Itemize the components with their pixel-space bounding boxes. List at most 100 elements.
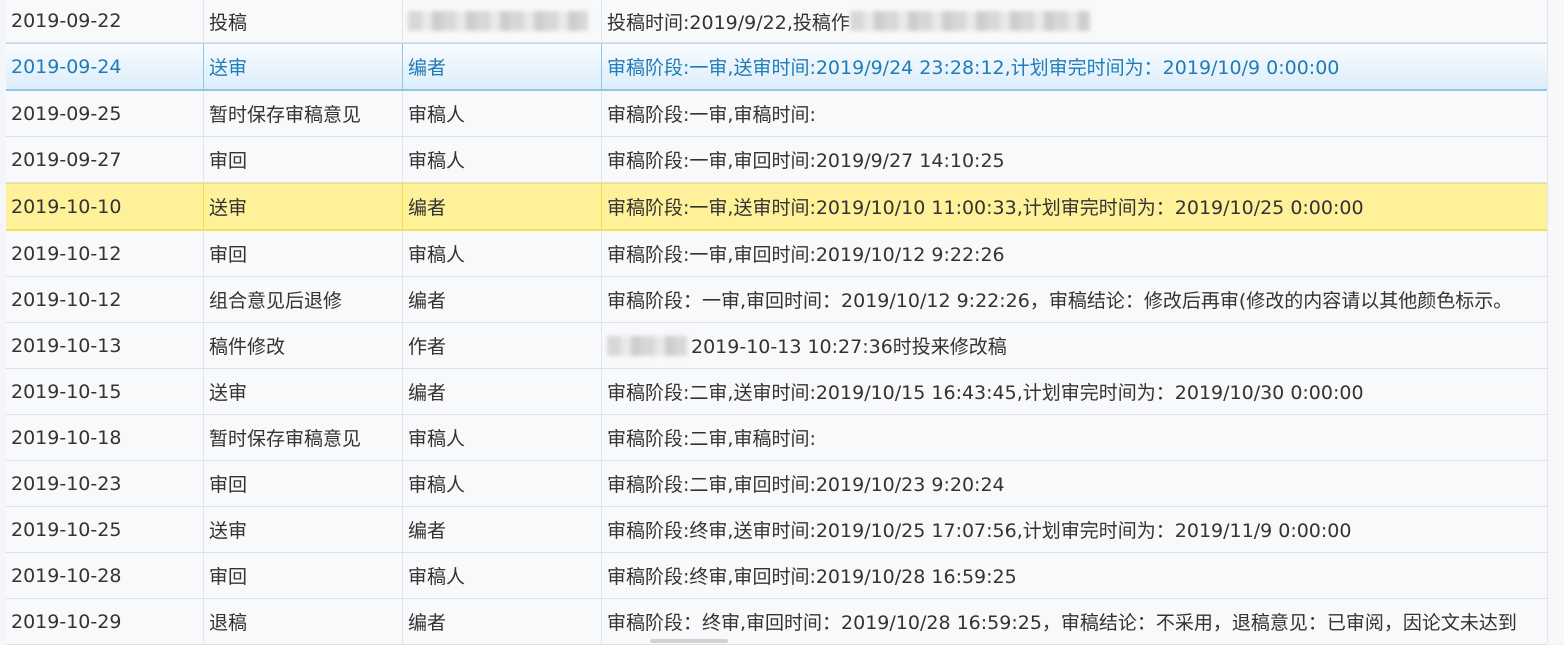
action-text: 稿件修改	[209, 336, 286, 358]
table-row[interactable]: 2019-10-29 退稿 编者 审稿阶段：终审,审回时间：2019/10/28 16…	[6, 599, 1547, 645]
action-text: 送审	[209, 57, 248, 79]
role-cell: 作者	[403, 323, 602, 368]
date-text: 2019-10-29	[11, 610, 122, 633]
action-cell: 送审	[204, 369, 403, 414]
vertical-scrollbar[interactable]	[1547, 0, 1564, 643]
role-cell: 编者	[403, 507, 602, 552]
date-text: 2019-09-25	[11, 102, 122, 125]
role-text: 审稿人	[408, 428, 466, 450]
table-row[interactable]: 2019-10-12 组合意见后退修 编者 审稿阶段：一审,审回时间：2019/10/…	[6, 277, 1547, 323]
action-cell: 送审	[204, 184, 403, 229]
action-cell: 暂时保存审稿意见	[204, 415, 403, 460]
date-cell: 2019-10-12	[6, 277, 204, 322]
date-cell: 2019-10-28	[6, 553, 204, 598]
action-text: 送审	[209, 382, 248, 404]
horizontal-scrollbar-thumb[interactable]	[650, 639, 728, 643]
table-row[interactable]: 2019-10-12 审回 审稿人 审稿阶段:一审,审回时间:2019/10/12 9…	[6, 231, 1547, 277]
role-text: 编者	[408, 612, 447, 634]
date-text: 2019-10-15	[11, 380, 122, 403]
detail-text: 审稿阶段:终审,送审时间:2019/10/25 17:07:56,计划审完时间为…	[607, 520, 1352, 542]
role-cell: 审稿人	[403, 137, 602, 182]
detail-cell: 审稿阶段：一审,审回时间：2019/10/12 9:22:26，审稿结论：修改后…	[602, 277, 1547, 322]
action-cell: 投稿	[204, 0, 403, 42]
role-cell: 审稿人	[403, 461, 602, 506]
action-cell: 送审	[204, 44, 403, 89]
table-row[interactable]: 2019-10-23 审回 审稿人 审稿阶段:二审,审回时间:2019/10/23 9…	[6, 461, 1547, 507]
table-row[interactable]: 2019-09-24 送审 编者 审稿阶段:一审,送审时间:2019/9/24 23:…	[6, 43, 1547, 91]
action-cell: 审回	[204, 461, 403, 506]
table-row[interactable]: 2019-09-22 投稿 投稿时间:2019/9/22,投稿作	[6, 0, 1547, 43]
role-cell: 编者	[403, 277, 602, 322]
role-cell: 审稿人	[403, 553, 602, 598]
date-cell: 2019-10-13	[6, 323, 204, 368]
detail-cell: 审稿阶段:二审,审回时间:2019/10/23 9:20:24	[602, 461, 1547, 506]
action-text: 送审	[209, 197, 248, 219]
detail-text: 审稿阶段：一审,审回时间：2019/10/12 9:22:26，审稿结论：修改后…	[607, 290, 1513, 312]
role-cell: 审稿人	[403, 415, 602, 460]
date-cell: 2019-09-25	[6, 91, 204, 136]
role-cell: 编者	[403, 599, 602, 644]
redacted-block	[408, 11, 588, 31]
date-cell: 2019-09-27	[6, 137, 204, 182]
role-text: 审稿人	[408, 150, 466, 172]
action-text: 组合意见后退修	[209, 290, 343, 312]
action-text: 退稿	[209, 612, 248, 634]
detail-cell: 投稿时间:2019/9/22,投稿作	[602, 0, 1547, 42]
date-cell: 2019-10-15	[6, 369, 204, 414]
action-text: 暂时保存审稿意见	[209, 104, 362, 126]
redacted-block	[849, 11, 1090, 31]
action-cell: 送审	[204, 507, 403, 552]
role-text: 审稿人	[408, 104, 466, 126]
detail-cell: 2019-10-13 10:27:36时投来修改稿	[602, 323, 1547, 368]
role-cell: 审稿人	[403, 91, 602, 136]
role-text: 审稿人	[408, 474, 466, 496]
detail-cell: 审稿阶段:一审,审回时间:2019/9/27 14:10:25	[602, 137, 1547, 182]
date-text: 2019-10-12	[11, 288, 122, 311]
detail-cell: 审稿阶段:一审,审回时间:2019/10/12 9:22:26	[602, 231, 1547, 276]
table-row[interactable]: 2019-09-25 暂时保存审稿意见 审稿人 审稿阶段:一审,审稿时间:	[6, 91, 1547, 137]
role-text: 作者	[408, 336, 447, 358]
detail-cell: 审稿阶段:一审,送审时间:2019/9/24 23:28:12,计划审完时间为：…	[602, 44, 1547, 89]
date-text: 2019-10-13	[11, 334, 122, 357]
detail-text: 投稿时间:2019/9/22,投稿作	[607, 11, 850, 34]
detail-text: 审稿阶段:一审,审回时间:2019/9/27 14:10:25	[607, 150, 1005, 172]
action-text: 审回	[209, 566, 248, 588]
table-row[interactable]: 2019-10-25 送审 编者 审稿阶段:终审,送审时间:2019/10/25 17…	[6, 507, 1547, 553]
role-text: 编者	[408, 290, 447, 312]
date-text: 2019-10-10	[11, 195, 122, 218]
date-cell: 2019-10-23	[6, 461, 204, 506]
table-row[interactable]: 2019-10-18 暂时保存审稿意见 审稿人 审稿阶段:二审,审稿时间:	[6, 415, 1547, 461]
role-text: 编者	[408, 57, 447, 79]
action-cell: 审回	[204, 231, 403, 276]
date-cell: 2019-10-25	[6, 507, 204, 552]
detail-cell: 审稿阶段:二审,审稿时间:	[602, 415, 1547, 460]
date-text: 2019-10-25	[11, 518, 122, 541]
date-cell: 2019-10-29	[6, 599, 204, 644]
date-text: 2019-09-22	[11, 10, 122, 32]
date-text: 2019-10-23	[11, 472, 122, 495]
detail-text: 审稿阶段:终审,审回时间:2019/10/28 16:59:25	[607, 566, 1017, 588]
detail-text: 审稿阶段:二审,审稿时间:	[607, 428, 816, 450]
role-text: 编者	[408, 520, 447, 542]
detail-text: 审稿阶段:一审,审稿时间:	[607, 104, 816, 126]
detail-text: 审稿阶段:二审,审回时间:2019/10/23 9:20:24	[607, 474, 1005, 496]
table-row[interactable]: 2019-09-27 审回 审稿人 审稿阶段:一审,审回时间:2019/9/27 14…	[6, 137, 1547, 183]
role-cell	[403, 0, 602, 42]
role-text: 审稿人	[408, 244, 466, 266]
action-text: 审回	[209, 244, 248, 266]
table-row[interactable]: 2019-10-10 送审 编者 审稿阶段:一审,送审时间:2019/10/10 11…	[6, 183, 1547, 231]
table-row[interactable]: 2019-10-15 送审 编者 审稿阶段:二审,送审时间:2019/10/15 16…	[6, 369, 1547, 415]
date-cell: 2019-10-10	[6, 184, 204, 229]
action-cell: 稿件修改	[204, 323, 403, 368]
date-text: 2019-09-24	[11, 55, 122, 78]
detail-cell: 审稿阶段:一审,审稿时间:	[602, 91, 1547, 136]
role-cell: 编者	[403, 44, 602, 89]
review-history-table: 2019-09-22 投稿 投稿时间:2019/9/22,投稿作 2019-09-24…	[6, 0, 1547, 645]
table-row[interactable]: 2019-10-13 稿件修改 作者 2019-10-13 10:27:36时投来修改…	[6, 323, 1547, 369]
table-row[interactable]: 2019-10-28 审回 审稿人 审稿阶段:终审,审回时间:2019/10/28 1…	[6, 553, 1547, 599]
date-text: 2019-10-18	[11, 426, 122, 449]
role-cell: 编者	[403, 184, 602, 229]
action-text: 审回	[209, 474, 248, 496]
role-cell: 审稿人	[403, 231, 602, 276]
action-cell: 暂时保存审稿意见	[204, 91, 403, 136]
